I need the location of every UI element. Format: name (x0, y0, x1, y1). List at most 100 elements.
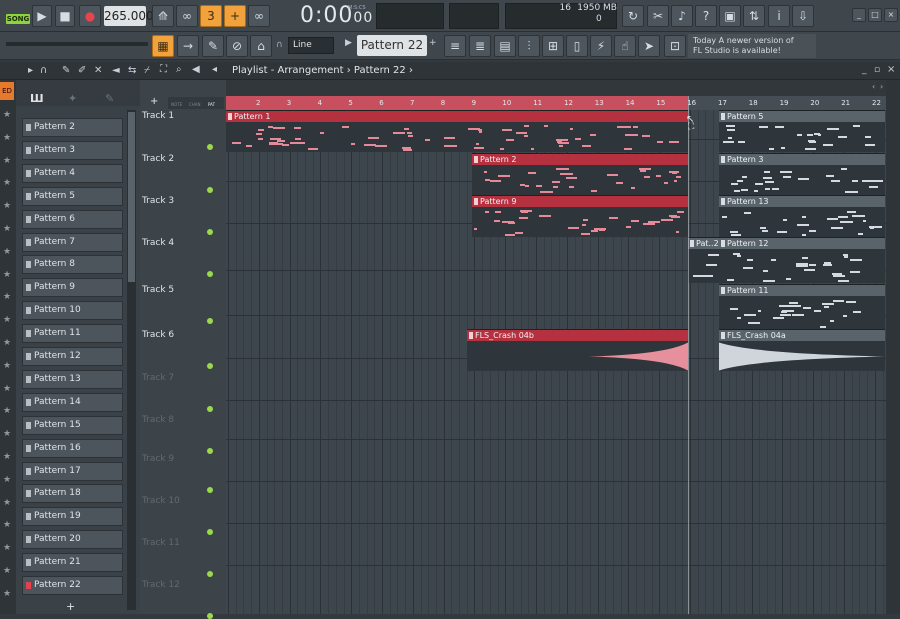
news-panel[interactable]: Today A newer version of FL Studio is ava… (688, 34, 816, 58)
microphone-icon[interactable]: ♪ (671, 5, 693, 27)
favorite-star-icon[interactable]: ★ (3, 270, 11, 280)
favorite-star-icon[interactable]: ★ (3, 361, 11, 371)
favorite-star-icon[interactable]: ★ (3, 156, 11, 166)
track-label[interactable]: Track 9 (142, 454, 174, 464)
channel-icon[interactable]: ▤ (494, 35, 516, 57)
track-enable-dot[interactable] (207, 187, 213, 193)
hat-icon[interactable]: ⌂ (250, 35, 272, 57)
pattern-item[interactable]: Pattern 3 (22, 140, 123, 160)
tab-note[interactable]: NOTE (171, 102, 182, 107)
playlist-clip[interactable]: FLS_Crash 04b (467, 329, 688, 371)
piano-roll-icon[interactable]: ≣ (469, 35, 491, 57)
pattern-item[interactable]: Pattern 2 (22, 118, 123, 137)
track-enable-dot[interactable] (207, 529, 213, 535)
pattern-selector[interactable]: Pattern 22 (357, 35, 427, 56)
favorite-star-icon[interactable]: ★ (3, 178, 11, 188)
speaker-tool-icon[interactable]: ◀ (192, 64, 200, 75)
pattern-item[interactable]: Pattern 21 (22, 553, 123, 573)
clip-menu-icon[interactable] (474, 198, 478, 205)
track-enable-dot[interactable] (207, 318, 213, 324)
file-icon[interactable]: ▯ (566, 35, 588, 57)
favorite-star-icon[interactable]: ★ (3, 133, 11, 143)
minimize-icon[interactable]: _ (852, 8, 866, 22)
metronome-icon[interactable]: ⟰ (152, 5, 174, 27)
window-min-icon[interactable]: _ (862, 65, 867, 75)
add-track-icon[interactable]: + (150, 96, 158, 107)
track-label[interactable]: Track 5 (142, 285, 174, 295)
pattern-item[interactable]: Pattern 17 (22, 461, 123, 481)
cart-icon[interactable]: ⊡ (664, 35, 686, 57)
track-label[interactable]: Track 6 (142, 330, 174, 340)
clip-menu-icon[interactable] (721, 113, 725, 120)
add-pattern-button[interactable]: + (66, 600, 75, 613)
favorite-star-icon[interactable]: ★ (3, 224, 11, 234)
favorite-star-icon[interactable]: ★ (3, 475, 11, 485)
track-label[interactable]: Track 12 (142, 580, 180, 590)
tab-chan[interactable]: CHAN (189, 102, 201, 107)
playlist-clip[interactable]: Pattern 2 (472, 153, 688, 195)
clip-menu-icon[interactable] (721, 240, 725, 247)
favorite-star-icon[interactable]: ★ (3, 110, 11, 120)
sidebar-tab[interactable]: ED (0, 82, 14, 100)
track-enable-dot[interactable] (207, 363, 213, 369)
favorite-star-icon[interactable]: ★ (3, 452, 11, 462)
playlist-clip[interactable]: Pattern 1 (226, 110, 688, 152)
pattern-item[interactable]: Pattern 14 (22, 392, 123, 412)
favorite-star-icon[interactable]: ★ (3, 520, 11, 530)
clip-menu-icon[interactable] (721, 198, 725, 205)
pattern-item[interactable]: Pattern 19 (22, 507, 123, 527)
playlist-icon[interactable]: ▦ (152, 35, 174, 57)
scroll-arrow-left-icon[interactable]: ‹ (872, 82, 875, 91)
favorite-star-icon[interactable]: ★ (3, 429, 11, 439)
faders-icon[interactable]: ⫶ (518, 35, 540, 57)
playlist-menu-icon[interactable]: ◂ (212, 64, 217, 75)
pattern-item[interactable]: Pattern 8 (22, 255, 123, 275)
pattern-item[interactable]: Pattern 9 (22, 278, 123, 298)
track-enable-dot[interactable] (207, 571, 213, 577)
stop-icon[interactable]: ■ (55, 5, 75, 27)
playlist-clip[interactable]: Pattern 5 (719, 110, 885, 152)
track-enable-dot[interactable] (207, 144, 213, 150)
pattern-item[interactable]: Pattern 16 (22, 438, 123, 458)
playlist-clip[interactable]: Pattern 3 (719, 153, 885, 195)
pattern-item[interactable]: Pattern 12 (22, 347, 123, 366)
playlist-clip[interactable]: FLS_Crash 04a (719, 329, 885, 371)
snap-selector[interactable]: Line (288, 37, 334, 54)
arrow-right-icon[interactable]: ▸ (28, 65, 33, 76)
pattern-item[interactable]: Pattern 13 (22, 369, 123, 389)
clip-menu-icon[interactable] (690, 240, 694, 247)
track-enable-dot[interactable] (207, 271, 213, 277)
download-icon[interactable]: ⇩ (792, 5, 814, 27)
favorite-star-icon[interactable]: ★ (3, 247, 11, 257)
select-tool-icon[interactable]: ⛶ (160, 64, 167, 75)
pattern-item[interactable]: Pattern 10 (22, 301, 123, 321)
cut-icon[interactable]: ✂ (647, 5, 669, 27)
favorite-star-icon[interactable]: ★ (3, 201, 11, 211)
delete-tool-icon[interactable]: ✕ (94, 65, 102, 76)
favorite-star-icon[interactable]: ★ (3, 498, 11, 508)
tab-pat[interactable]: PAT (208, 102, 215, 107)
playhead-marker[interactable] (688, 96, 689, 614)
pattern-item[interactable]: Pattern 15 (22, 415, 123, 435)
master-volume-slider[interactable] (6, 42, 148, 46)
export-icon[interactable]: ⇅ (743, 5, 765, 27)
close-icon[interactable]: × (884, 8, 898, 22)
vertical-scrollbar[interactable] (886, 80, 900, 614)
loop-record-icon[interactable]: ∞ (248, 5, 270, 27)
save-icon[interactable]: ▣ (719, 5, 741, 27)
clip-menu-icon[interactable] (721, 332, 725, 339)
clip-menu-icon[interactable] (469, 332, 473, 339)
scroll-arrow-right-icon[interactable]: › (880, 82, 883, 91)
horizontal-scrollbar[interactable] (226, 80, 886, 96)
tempo-display[interactable]: 265.000 (104, 6, 154, 26)
zoom-tool-icon[interactable]: ⌕ (176, 64, 182, 75)
piano-icon[interactable]: Ш (30, 92, 44, 105)
track-label[interactable]: Track 4 (142, 238, 174, 248)
pattern-item[interactable]: Pattern 22 (22, 576, 123, 595)
playlist-clip[interactable]: Pattern 13 (719, 195, 885, 237)
play-icon[interactable]: ▶ (32, 5, 52, 27)
favorite-star-icon[interactable]: ★ (3, 384, 11, 394)
plug-icon[interactable]: ⚡ (590, 35, 612, 57)
link-icon[interactable]: ⊘ (226, 35, 248, 57)
magnet-tool-icon[interactable]: ∩ (40, 65, 47, 76)
